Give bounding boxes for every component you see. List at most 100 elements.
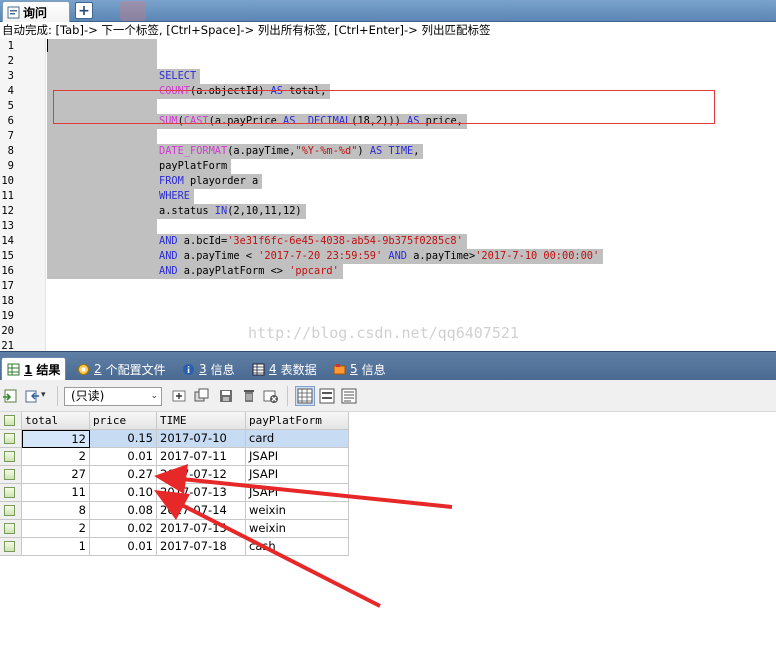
tab-result-4[interactable]: 4 表数据	[247, 357, 322, 381]
selected-line	[47, 39, 157, 54]
export-icon[interactable]	[2, 388, 18, 404]
table-cell[interactable]: 0.08	[90, 502, 157, 520]
column-header-price[interactable]: price	[90, 412, 157, 430]
table-cell[interactable]: card	[246, 430, 349, 448]
new-query-tab-button[interactable]: +	[75, 2, 93, 19]
table-cell[interactable]: 2017-07-14	[157, 502, 246, 520]
column-header-time[interactable]: TIME	[157, 412, 246, 430]
form-view-icon[interactable]	[319, 388, 335, 404]
row-checkbox[interactable]	[0, 484, 22, 502]
tab-label: 结果	[36, 363, 61, 377]
table-cell[interactable]: 0.15	[90, 430, 157, 448]
tab-number: 1	[24, 362, 33, 377]
line-number: 8	[7, 145, 14, 157]
row-checkbox[interactable]	[0, 466, 22, 484]
table-cell[interactable]: 2017-07-11	[157, 448, 246, 466]
row-checkbox[interactable]	[0, 430, 22, 448]
add-row-icon[interactable]	[171, 388, 187, 404]
duplicate-row-icon[interactable]	[194, 388, 210, 404]
table-cell[interactable]: 2017-07-12	[157, 466, 246, 484]
table-cell[interactable]: 0.01	[90, 538, 157, 556]
line-number: 4	[7, 85, 14, 97]
table-cell[interactable]: JSAPI	[246, 466, 349, 484]
tab-result-1[interactable]: 1 结果	[1, 357, 67, 381]
tab-number: 4	[269, 362, 277, 376]
readonly-select[interactable]: (只读) ⌄	[64, 387, 162, 406]
column-header-total[interactable]: total	[22, 412, 90, 430]
table-cell[interactable]: 0.10	[90, 484, 157, 502]
search-icon[interactable]	[120, 1, 146, 21]
table-cell[interactable]: 2017-07-15	[157, 520, 246, 538]
line-number: 18	[1, 295, 14, 307]
column-header-payplatform[interactable]: payPlatForm	[246, 412, 349, 430]
table-cell[interactable]: 2017-07-18	[157, 538, 246, 556]
chevron-down-icon: ⌄	[150, 391, 158, 401]
info-alt-icon	[333, 363, 346, 376]
row-checkbox[interactable]	[0, 448, 22, 466]
tab-result-3[interactable]: 3 信息	[177, 357, 240, 381]
table-cell[interactable]: 2017-07-13	[157, 484, 246, 502]
code-token: (a.payTime,	[227, 145, 296, 157]
tab-result-5[interactable]: 5 信息	[328, 357, 391, 381]
text-view-icon[interactable]	[341, 388, 357, 404]
delete-icon[interactable]	[241, 388, 257, 404]
table-cell[interactable]: 2	[22, 448, 90, 466]
chevron-down-icon[interactable]: ▾	[41, 390, 46, 400]
table-cell[interactable]: weixin	[246, 520, 349, 538]
line-number: 14	[1, 235, 14, 247]
result-grid-icon	[7, 363, 20, 376]
line-number: 7	[7, 130, 14, 142]
table-cell[interactable]: 0.02	[90, 520, 157, 538]
code-token: '2017-7-10 00:00:00'	[475, 250, 600, 262]
selected-line	[47, 129, 157, 144]
discard-icon[interactable]	[263, 388, 279, 404]
row-checkbox[interactable]	[0, 538, 22, 556]
table-cell[interactable]: 27	[22, 466, 90, 484]
code-token: AND	[159, 265, 178, 277]
result-tab-bar: 1 结果 2 个配置文件 3 信息 4 表数据 5 信息	[0, 351, 776, 381]
table-cell[interactable]: 2	[22, 520, 90, 538]
table-cell[interactable]: 8	[22, 502, 90, 520]
row-checkbox[interactable]	[0, 520, 22, 538]
code-token: AND	[159, 235, 178, 247]
code-line: a.status IN(2,10,11,12)	[159, 204, 302, 219]
tab-result-2[interactable]: 2 个配置文件	[72, 357, 171, 381]
table-cell[interactable]: JSAPI	[246, 484, 349, 502]
code-line: AND a.payPlatForm <> 'ppcard'	[159, 264, 339, 279]
readonly-select-value: (只读)	[71, 389, 105, 403]
line-number: 20	[1, 325, 14, 337]
checkbox-icon	[4, 433, 15, 444]
table-cell[interactable]: 1	[22, 538, 90, 556]
import-icon[interactable]	[24, 388, 40, 404]
select-all-checkbox[interactable]	[0, 412, 22, 430]
sql-editor[interactable]: 1 2 3 4 5 6 7 8 9 10 11 12 13 14 15 16 17 18 19 20 21 SELECT…	[0, 38, 776, 351]
line-number: 12	[1, 205, 14, 217]
checkbox-icon	[4, 523, 15, 534]
code-token: playorder a	[183, 175, 259, 187]
code-line: SELECT	[159, 69, 196, 84]
code-token: 'ppcard'	[289, 265, 339, 277]
grid-view-icon[interactable]	[295, 386, 315, 406]
line-number-gutter: 1 2 3 4 5 6 7 8 9 10 11 12 13 14 15 16 17 18 19 20 21	[0, 38, 46, 351]
row-checkbox[interactable]	[0, 502, 22, 520]
table-cell[interactable]: JSAPI	[246, 448, 349, 466]
selected-line	[47, 219, 157, 234]
tab-label: 信息	[210, 362, 235, 377]
table-cell[interactable]: cash	[246, 538, 349, 556]
code-line: AND a.payTime < '2017-7-20 23:59:59' AND…	[159, 249, 599, 264]
line-number: 17	[1, 280, 14, 292]
query-tab[interactable]: 询问	[2, 1, 70, 22]
code-token: ,	[413, 145, 420, 157]
table-cell[interactable]: 11	[22, 484, 90, 502]
table-cell[interactable]: 0.27	[90, 466, 157, 484]
code-line: WHERE	[159, 189, 190, 204]
code-token: )	[357, 145, 370, 157]
table-cell[interactable]: 12	[22, 430, 90, 448]
table-cell[interactable]: weixin	[246, 502, 349, 520]
save-icon[interactable]	[218, 388, 234, 404]
watermark: http://blog.csdn.net/qq6407521	[248, 324, 519, 342]
line-number: 2	[7, 55, 14, 67]
line-number: 19	[1, 310, 14, 322]
table-cell[interactable]: 2017-07-10	[157, 430, 246, 448]
table-cell[interactable]: 0.01	[90, 448, 157, 466]
